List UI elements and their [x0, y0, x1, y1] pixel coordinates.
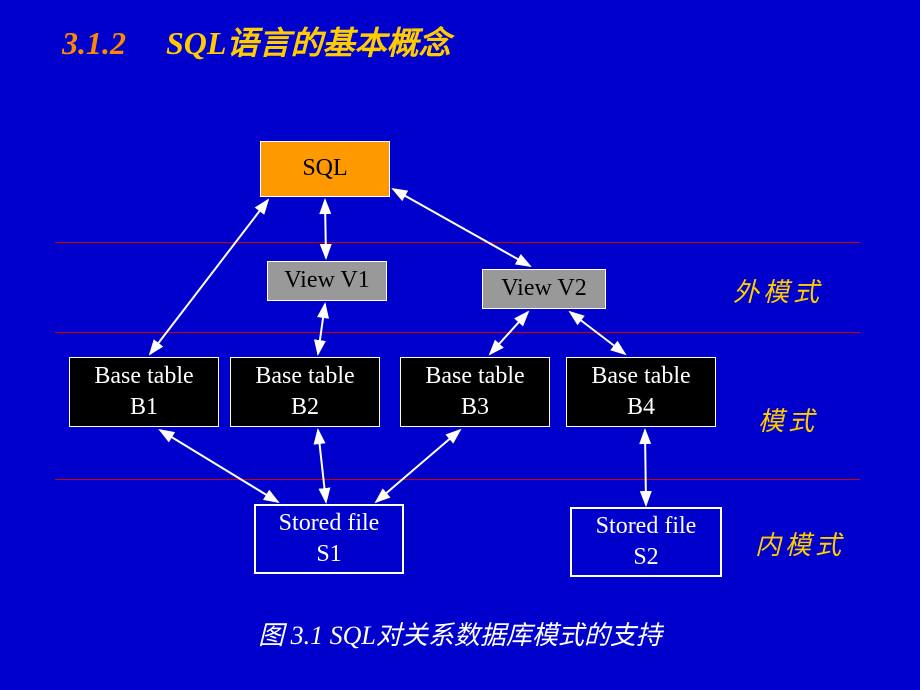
- sql-label: SQL: [302, 153, 347, 184]
- stored-file-s1-box: Stored file S1: [254, 504, 404, 574]
- bt2-line2: B2: [291, 394, 319, 420]
- view-v2-label: View V2: [501, 273, 586, 304]
- slide-title: 3.1.2 SQL语言的基本概念: [62, 18, 450, 64]
- sf1-line1: Stored file: [279, 510, 380, 536]
- schema-label: 模式: [758, 401, 818, 438]
- figure-caption: 图 3.1 SQL对关系数据库模式的支持: [0, 615, 920, 652]
- base-table-b4-box: Base table B4: [566, 357, 716, 427]
- bt4-line2: B4: [627, 394, 655, 420]
- stored-file-s2-box: Stored file S2: [570, 507, 722, 577]
- bt3-line1: Base table: [425, 363, 524, 389]
- base-table-b3-box: Base table B3: [400, 357, 550, 427]
- base-table-b1-box: Base table B1: [69, 357, 219, 427]
- sf2-line1: Stored file: [596, 513, 697, 539]
- bt2-line1: Base table: [255, 363, 354, 389]
- bt4-line1: Base table: [591, 363, 690, 389]
- bt1-line2: B1: [130, 394, 158, 420]
- bt3-line2: B3: [461, 394, 489, 420]
- sql-box: SQL: [260, 141, 390, 197]
- bt1-line1: Base table: [94, 363, 193, 389]
- divider-line-2: [55, 332, 860, 333]
- section-number: 3.1.2: [62, 25, 126, 61]
- sf1-line2: S1: [316, 541, 341, 567]
- view-v2-box: View V2: [482, 269, 606, 309]
- view-v1-box: View V1: [267, 261, 387, 301]
- divider-line-3: [55, 479, 860, 480]
- arrows-layer: [0, 0, 920, 690]
- base-table-b2-box: Base table B2: [230, 357, 380, 427]
- sf2-line2: S2: [633, 544, 658, 570]
- divider-line-1: [55, 242, 860, 243]
- internal-schema-label: 内模式: [755, 525, 845, 562]
- title-text: SQL语言的基本概念: [166, 25, 450, 61]
- external-schema-label: 外模式: [733, 272, 823, 309]
- view-v1-label: View V1: [284, 265, 369, 296]
